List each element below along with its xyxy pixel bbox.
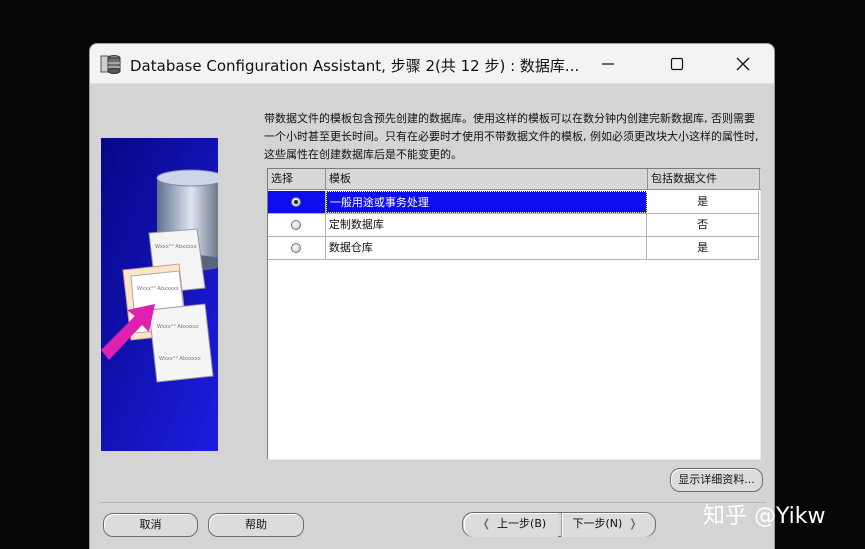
includes-datafiles-cell: 是	[647, 191, 759, 213]
title-bar[interactable]: Database Configuration Assistant, 步骤 2(共…	[90, 44, 774, 84]
next-button[interactable]: 下一步(N) ❭	[561, 513, 654, 537]
table-row[interactable]: 定制数据库 否	[268, 214, 759, 237]
radio-button-selected[interactable]	[291, 197, 302, 207]
footer-divider	[100, 502, 766, 503]
chevron-left-icon: ❬	[481, 517, 492, 530]
minimize-icon	[602, 63, 614, 65]
table-row[interactable]: 数据仓库 是	[268, 237, 759, 260]
back-button-label: 上一步(B)	[497, 517, 547, 530]
template-name-cell[interactable]: 一般用途或事务处理	[325, 191, 648, 213]
page-line: Wxxx°° Abxxxxx	[137, 286, 179, 292]
template-name-cell[interactable]: 定制数据库	[326, 214, 648, 236]
column-header-template[interactable]: 模板	[326, 169, 648, 189]
table-row[interactable]: 一般用途或事务处理 是	[268, 191, 759, 214]
dbca-dialog: Database Configuration Assistant, 步骤 2(共…	[89, 43, 775, 549]
select-cell[interactable]	[268, 214, 326, 236]
chevron-right-icon: ❭	[628, 517, 638, 530]
show-details-button[interactable]: 显示详细资料...	[670, 468, 763, 492]
watermark: 知乎 @Yikw	[703, 504, 826, 529]
page-line: Wxxx°° Abxxxxx	[155, 244, 197, 250]
database-app-icon	[100, 55, 121, 74]
template-table: 选择 模板 包括数据文件 一般用途或事务处理 是 定制数据库 否 数据仓库 是	[267, 168, 761, 460]
template-name-cell[interactable]: 数据仓库	[326, 237, 648, 259]
template-description: 带数据文件的模板包含预先创建的数据库。使用这样的模板可以在数分钟内创建完新数据库…	[264, 112, 759, 161]
radio-button[interactable]	[291, 220, 302, 230]
back-button[interactable]: ❬ 上一步(B)	[464, 513, 558, 537]
cancel-button[interactable]: 取消	[103, 513, 198, 537]
minimize-button[interactable]	[585, 44, 631, 84]
maximize-icon	[670, 57, 684, 71]
next-button-label: 下一步(N)	[572, 517, 623, 530]
database-illustration: Wxxx°° Abxxxxx Wxxx°° Abxxxxx Wxxx°° Abx…	[101, 138, 218, 451]
help-button[interactable]: 帮助	[208, 513, 304, 537]
select-cell[interactable]	[268, 237, 326, 259]
page-line: Wxxx°° Abxxxxx	[157, 324, 199, 330]
column-header-includes-datafiles[interactable]: 包括数据文件	[648, 169, 760, 189]
includes-datafiles-cell: 是	[647, 237, 759, 259]
close-icon	[736, 57, 750, 71]
select-cell[interactable]	[268, 191, 326, 213]
close-button[interactable]	[720, 44, 766, 84]
column-header-select[interactable]: 选择	[268, 169, 326, 189]
page-line: Wxxx°° Abxxxxx	[159, 356, 201, 362]
table-header: 选择 模板 包括数据文件	[268, 169, 761, 190]
window-title: Database Configuration Assistant, 步骤 2(共…	[130, 57, 580, 75]
includes-datafiles-cell: 否	[647, 214, 759, 236]
radio-button[interactable]	[291, 243, 302, 253]
maximize-button[interactable]	[654, 44, 700, 84]
